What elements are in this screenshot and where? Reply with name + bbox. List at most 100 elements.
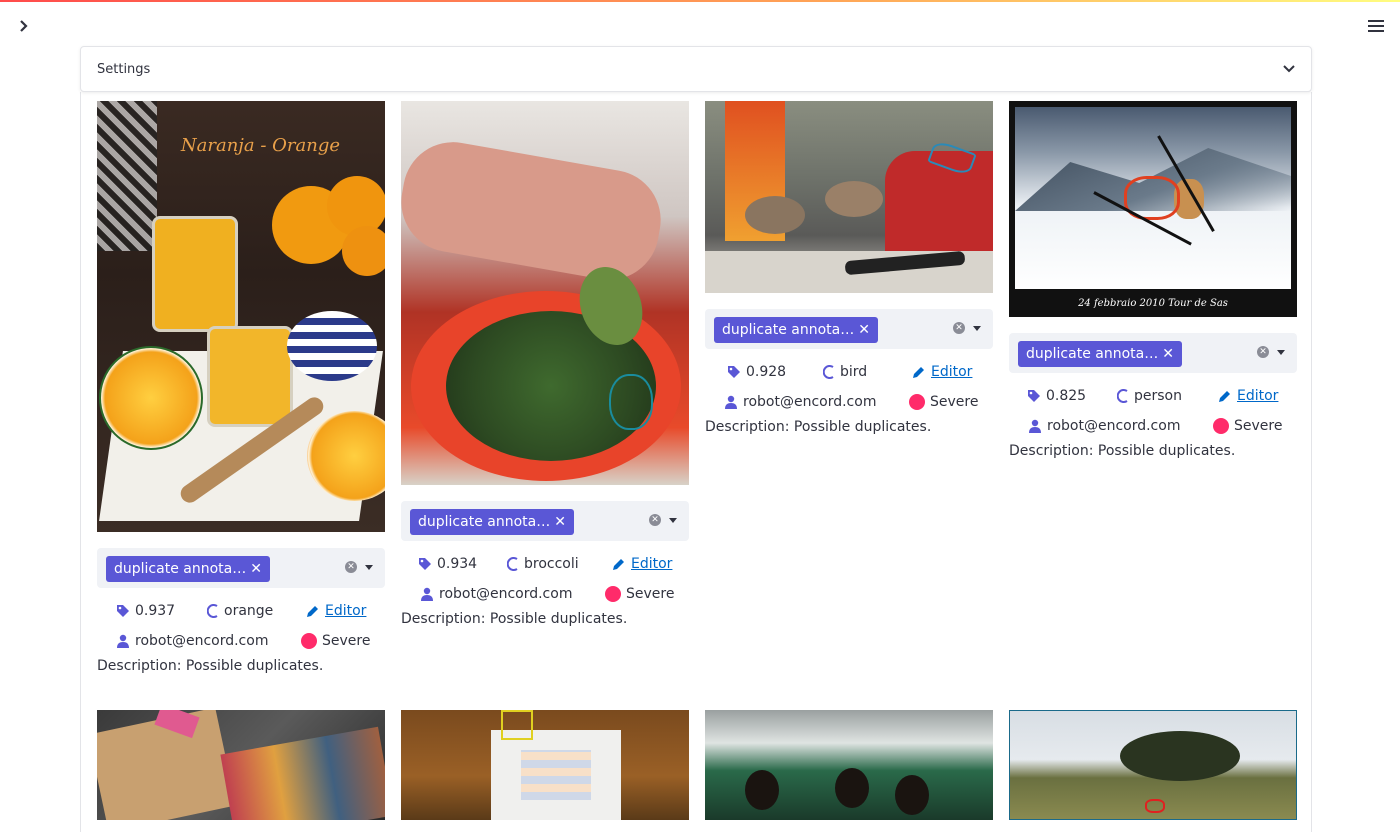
tag-chip-label: duplicate annota…: [1026, 346, 1159, 362]
photo-bird[interactable]: [705, 101, 993, 293]
tag-chip[interactable]: duplicate annota… ✕: [1018, 341, 1182, 367]
tag-select[interactable]: duplicate annota… ✕ ✕: [401, 501, 689, 541]
main-menu-button[interactable]: [1364, 16, 1388, 36]
photo-person[interactable]: 24 febbraio 2010 Tour de Sas: [1009, 101, 1297, 317]
tag-chip-label: duplicate annota…: [114, 561, 247, 577]
gallery-card: 24 febbraio 2010 Tour de Sas duplicate a…: [1009, 101, 1297, 459]
label-icon: [823, 365, 834, 379]
close-icon[interactable]: ✕: [858, 322, 870, 338]
close-icon[interactable]: ✕: [554, 514, 566, 530]
user-email: robot@encord.com: [439, 586, 573, 602]
class-cell: person: [1117, 388, 1217, 404]
tag-icon: [1028, 390, 1040, 402]
editor-cell[interactable]: Editor: [611, 556, 672, 572]
score-value: 0.928: [746, 364, 787, 380]
caret-down-icon[interactable]: [1277, 350, 1285, 355]
user-email: robot@encord.com: [743, 394, 877, 410]
gallery-card: [705, 710, 993, 820]
label-icon: [507, 557, 518, 571]
user-email: robot@encord.com: [1047, 418, 1181, 434]
tag-chip[interactable]: duplicate annota… ✕: [410, 509, 574, 535]
clear-tags-icon[interactable]: ✕: [1257, 346, 1269, 358]
caret-down-icon[interactable]: [365, 565, 373, 570]
score-value: 0.825: [1046, 388, 1087, 404]
severity-dot-icon: [605, 586, 621, 602]
severity-label: Severe: [626, 586, 675, 602]
tag-select[interactable]: duplicate annota… ✕ ✕: [705, 309, 993, 349]
class-cell: orange: [207, 603, 305, 619]
clear-tags-icon[interactable]: ✕: [649, 514, 661, 526]
class-cell: bird: [823, 364, 911, 380]
tag-chip[interactable]: duplicate annota… ✕: [714, 317, 878, 343]
pencil-icon: [613, 558, 624, 570]
score-cell: 0.825: [1009, 388, 1117, 404]
tag-select[interactable]: duplicate annota… ✕ ✕: [97, 548, 385, 588]
severity-dot-icon: [909, 394, 925, 410]
user-icon: [117, 634, 129, 648]
photo-fridge[interactable]: [401, 710, 689, 820]
editor-cell[interactable]: Editor: [911, 364, 972, 380]
card-description: Description: Possible duplicates.: [705, 419, 932, 435]
score-cell: 0.934: [401, 556, 507, 572]
clear-tags-icon[interactable]: ✕: [953, 322, 965, 334]
card-description: Description: Possible duplicates.: [1009, 443, 1236, 459]
tag-icon: [728, 366, 740, 378]
gallery-card: [401, 710, 689, 820]
caret-down-icon[interactable]: [973, 326, 981, 331]
label-icon: [1117, 389, 1128, 403]
score-value: 0.937: [135, 603, 176, 619]
editor-link[interactable]: Editor: [1237, 388, 1278, 404]
severity-label: Severe: [322, 633, 371, 649]
editor-link[interactable]: Editor: [931, 364, 972, 380]
gallery-card: duplicate annota… ✕ ✕ 0.928 bird Editor …: [705, 101, 993, 435]
class-cell: broccoli: [507, 556, 611, 572]
user-cell: robot@encord.com: [705, 394, 909, 410]
tag-icon: [117, 605, 129, 617]
class-label: bird: [840, 364, 868, 380]
photo-train[interactable]: [705, 710, 993, 820]
card-description: Description: Possible duplicates.: [97, 658, 324, 674]
pencil-icon: [913, 366, 924, 378]
class-label: person: [1134, 388, 1182, 404]
photo-sheep[interactable]: [1009, 710, 1297, 820]
class-label: broccoli: [524, 556, 579, 572]
sidebar-toggle-button[interactable]: [14, 16, 34, 36]
close-icon[interactable]: ✕: [250, 561, 262, 577]
user-cell: robot@encord.com: [401, 586, 605, 602]
tag-select[interactable]: duplicate annota… ✕ ✕: [1009, 333, 1297, 373]
editor-cell[interactable]: Editor: [1217, 388, 1278, 404]
caret-down-icon[interactable]: [669, 518, 677, 523]
editor-cell[interactable]: Editor: [305, 603, 366, 619]
severity-cell: Severe: [301, 633, 370, 649]
editor-link[interactable]: Editor: [325, 603, 366, 619]
severity-dot-icon: [1213, 418, 1229, 434]
gallery-card: [1009, 710, 1297, 820]
severity-cell: Severe: [605, 586, 674, 602]
editor-link[interactable]: Editor: [631, 556, 672, 572]
photo-orange[interactable]: Naranja - Orange: [97, 101, 385, 532]
settings-expander[interactable]: Settings: [80, 46, 1312, 92]
gallery-card: duplicate annota… ✕ ✕ 0.934 broccoli Edi…: [401, 101, 689, 627]
severity-dot-icon: [301, 633, 317, 649]
severity-label: Severe: [1234, 418, 1283, 434]
user-email: robot@encord.com: [135, 633, 269, 649]
clear-tags-icon[interactable]: ✕: [345, 561, 357, 573]
tag-chip-label: duplicate annota…: [418, 514, 551, 530]
score-value: 0.934: [437, 556, 478, 572]
user-icon: [421, 587, 433, 601]
tag-chip-label: duplicate annota…: [722, 322, 855, 338]
hamburger-menu-icon: [1368, 20, 1384, 32]
score-cell: 0.928: [705, 364, 823, 380]
photo-caption-text: 24 febbraio 2010 Tour de Sas: [1078, 297, 1228, 309]
tag-chip[interactable]: duplicate annota… ✕: [106, 556, 270, 582]
photo-notebook[interactable]: [97, 710, 385, 820]
close-icon[interactable]: ✕: [1162, 346, 1174, 362]
user-icon: [1029, 419, 1041, 433]
chevron-right-icon: [20, 20, 28, 32]
pencil-icon: [1219, 390, 1230, 402]
chevron-down-icon: [1283, 65, 1295, 73]
photo-broccoli[interactable]: [401, 101, 689, 485]
top-gradient-bar: [0, 0, 1400, 2]
gallery-card: [97, 710, 385, 820]
gallery-card: Naranja - Orange duplicate annota… ✕ ✕ 0…: [97, 101, 385, 674]
